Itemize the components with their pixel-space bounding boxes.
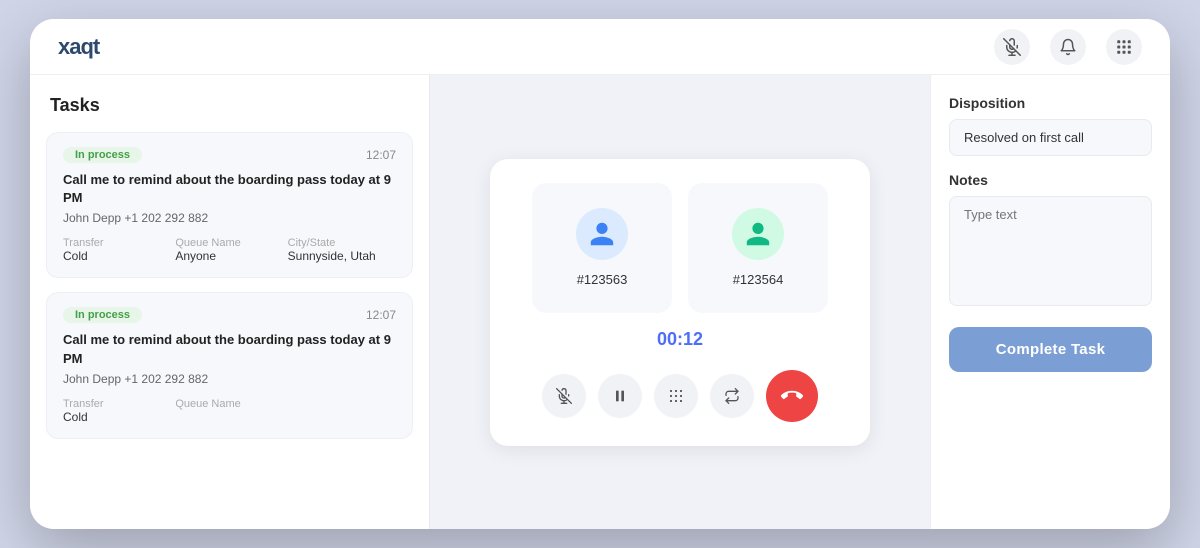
task-contact-2: John Depp +1 202 292 882 [63, 372, 396, 386]
disposition-section: Disposition Resolved on first call [949, 95, 1152, 156]
call-card: #123563 #123564 00:12 [490, 159, 870, 446]
logo: xaqt [58, 34, 99, 60]
pause-button[interactable] [598, 374, 642, 418]
task-title: Call me to remind about the boarding pas… [63, 171, 396, 207]
meta-value-queue: Anyone [175, 249, 283, 263]
meta-label-city: City/State [288, 237, 396, 249]
task-meta-2: Transfer Cold Queue Name [63, 398, 396, 424]
notes-label: Notes [949, 172, 1152, 188]
right-panel: Disposition Resolved on first call Notes… [930, 75, 1170, 529]
meta-label-queue: Queue Name [175, 237, 283, 249]
main-content: Tasks In process 12:07 Call me to remind… [30, 75, 1170, 529]
task-card[interactable]: In process 12:07 Call me to remind about… [46, 132, 413, 278]
callers-row: #123563 #123564 [518, 183, 842, 313]
call-controls [518, 370, 842, 422]
notes-section: Notes [949, 172, 1152, 311]
disposition-label: Disposition [949, 95, 1152, 111]
status-badge-2: In process [63, 307, 142, 323]
status-badge: In process [63, 147, 142, 163]
keypad-button[interactable] [654, 374, 698, 418]
center-panel: #123563 #123564 00:12 [430, 75, 930, 529]
top-icons [994, 29, 1142, 65]
task-meta: Transfer Cold Queue Name Anyone City/Sta… [63, 237, 396, 263]
caller-avatar-1 [576, 208, 628, 260]
task-contact: John Depp +1 202 292 882 [63, 211, 396, 225]
meta-value-transfer-2: Cold [63, 410, 171, 424]
meta-label-queue-2: Queue Name [175, 398, 283, 410]
task-title-2: Call me to remind about the boarding pas… [63, 331, 396, 367]
task-card-2[interactable]: In process 12:07 Call me to remind about… [46, 292, 413, 438]
complete-task-button[interactable]: Complete Task [949, 327, 1152, 372]
grid-icon[interactable] [1106, 29, 1142, 65]
caller-box-2: #123564 [688, 183, 828, 313]
task-time-2: 12:07 [366, 308, 396, 322]
mute-button[interactable] [542, 374, 586, 418]
meta-label-transfer: Transfer [63, 237, 171, 249]
sidebar-title: Tasks [46, 95, 413, 116]
disposition-value: Resolved on first call [949, 119, 1152, 156]
end-call-button[interactable] [766, 370, 818, 422]
task-card-header: In process 12:07 [63, 147, 396, 163]
app-frame: xaqt [30, 19, 1170, 529]
bell-icon[interactable] [1050, 29, 1086, 65]
caller-box-1: #123563 [532, 183, 672, 313]
mic-mute-icon[interactable] [994, 29, 1030, 65]
meta-value-transfer: Cold [63, 249, 171, 263]
meta-label-transfer-2: Transfer [63, 398, 171, 410]
sidebar: Tasks In process 12:07 Call me to remind… [30, 75, 430, 529]
caller-id-2: #123564 [733, 272, 784, 287]
task-time: 12:07 [366, 148, 396, 162]
notes-input[interactable] [949, 196, 1152, 306]
top-bar: xaqt [30, 19, 1170, 75]
task-card-header-2: In process 12:07 [63, 307, 396, 323]
meta-value-city: Sunnyside, Utah [288, 249, 396, 263]
caller-id-1: #123563 [577, 272, 628, 287]
transfer-button[interactable] [710, 374, 754, 418]
call-timer: 00:12 [518, 329, 842, 350]
caller-avatar-2 [732, 208, 784, 260]
